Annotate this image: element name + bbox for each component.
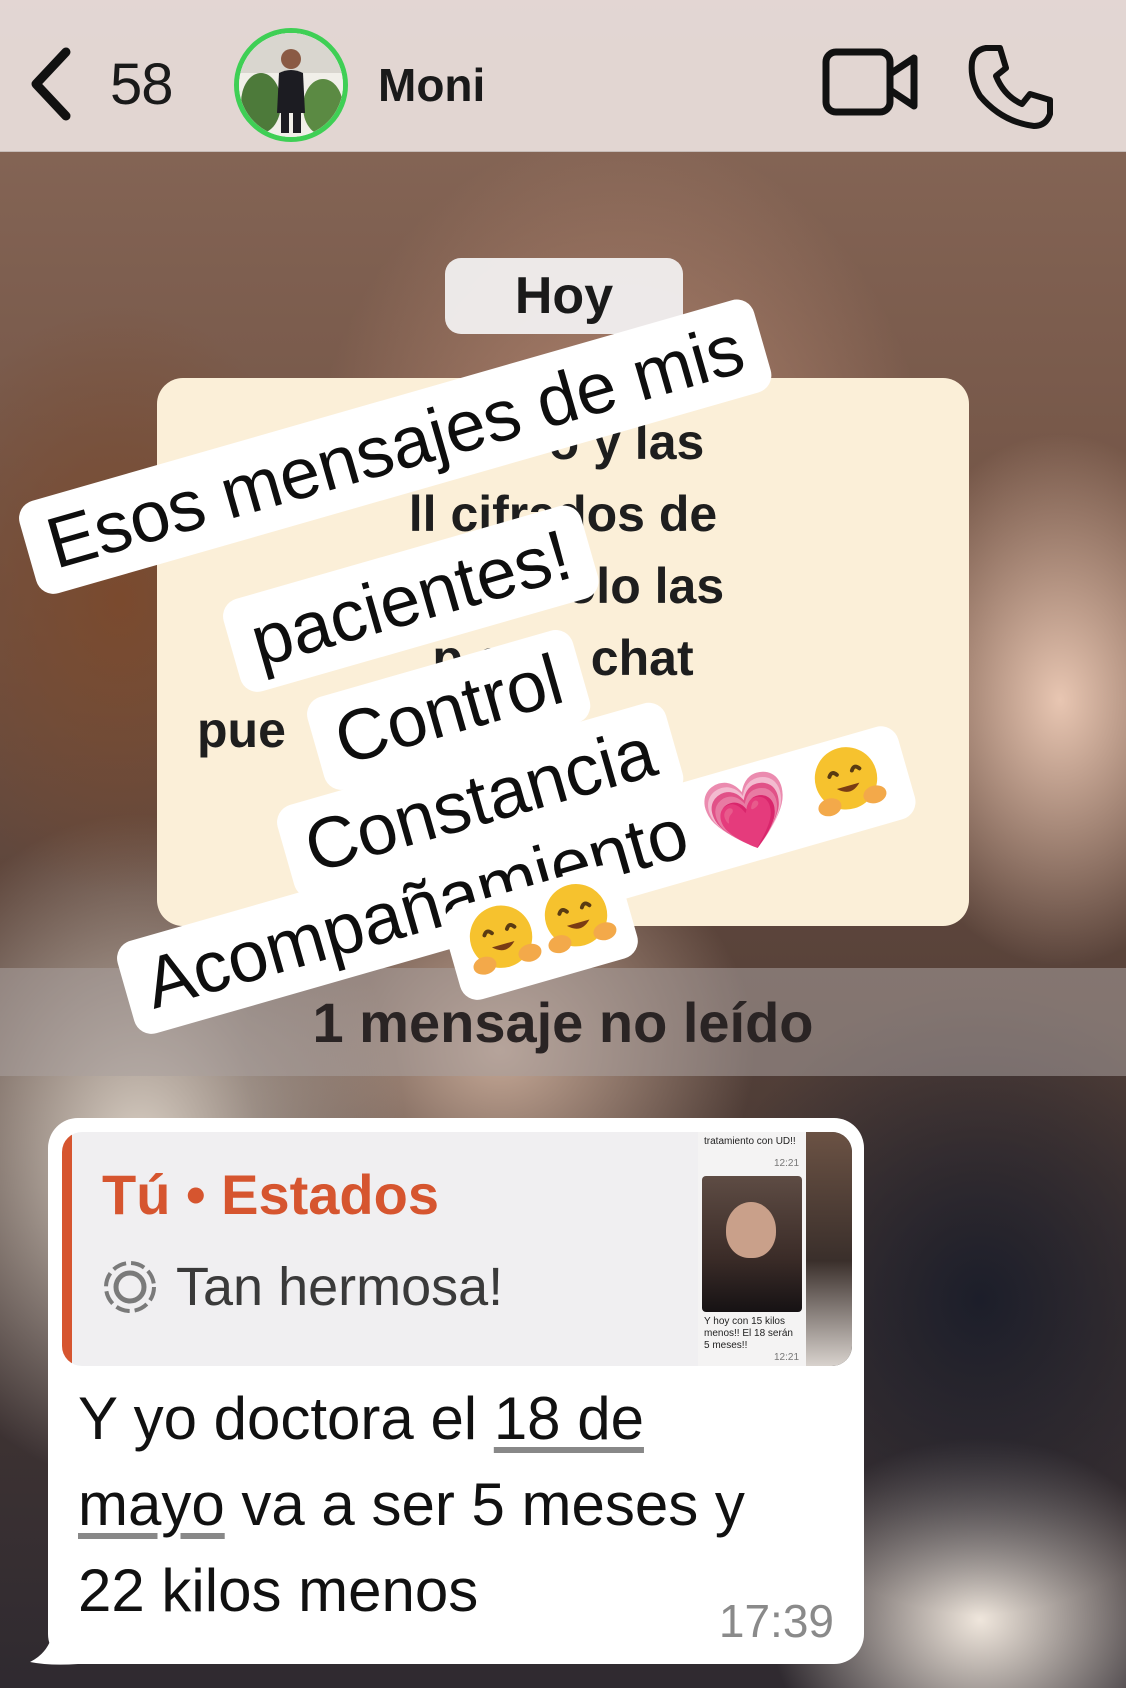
encryption-line-6: d [547,774,579,830]
encryption-line-1: Lo o y las [197,406,929,478]
thumbnail-chat-card: tratamiento con UD!! 12:21 Y hoy con 15 … [698,1132,806,1366]
contact-name[interactable]: Moni [378,58,485,112]
encryption-line-5: pue [197,702,286,758]
unread-divider: 1 mensaje no leído [0,968,1126,1076]
voice-call-button[interactable] [966,40,1058,132]
avatar-photo [239,33,343,137]
encryption-notice[interactable]: Lo o y las ll cifrados de e no. Solo las… [157,378,969,926]
thumbnail-caption-2: menos!! El 18 serán [704,1328,793,1339]
date-link[interactable]: 18 de [494,1385,644,1452]
message-bubble[interactable]: Tú • Estados Tan hermosa! tratamiento co… [48,1118,864,1664]
encryption-line-7: ón [532,846,594,902]
status-thumbnail[interactable]: tratamiento con UD!! 12:21 Y hoy con 15 … [698,1132,852,1366]
thumbnail-bottom-time: 12:21 [774,1352,800,1363]
thumbnail-caption-3: 5 meses!! [704,1340,748,1351]
encryption-line-2: ll cifrados de [408,486,718,542]
thumbnail-top-time: 12:21 [774,1158,800,1169]
chat-header: 58 Moni [0,0,1126,152]
avatar[interactable] [234,28,348,142]
thumbnail-side-photo [806,1132,852,1366]
date-link-continued[interactable]: mayo [78,1471,225,1538]
unread-chats-count: 58 [110,51,174,117]
thumbnail-face [726,1202,776,1258]
video-camera-icon [822,48,918,116]
quote-text: Tan hermosa! [176,1257,504,1317]
message-timestamp: 17:39 [718,1595,834,1647]
date-separator: Hoy [445,258,683,334]
quote-author: Tú • Estados [102,1163,439,1226]
lock-icon [423,415,458,461]
status-ring-icon [104,1261,156,1313]
quoted-status-reply[interactable]: Tú • Estados Tan hermosa! tratamiento co… [62,1132,852,1366]
encryption-line-4: p este chat [432,630,694,686]
video-call-button[interactable] [822,42,918,122]
back-button[interactable]: 58 [26,44,196,124]
thumbnail-photo [702,1176,802,1312]
thumbnail-top-text: tratamiento con UD!! [704,1136,796,1147]
encryption-line-3: e no. Solo las [401,558,725,614]
thumbnail-caption-1: Y hoy con 15 kilos [704,1316,785,1327]
quote-status-text: Tan hermosa! [102,1256,503,1318]
phone-icon [968,45,1053,129]
chevron-left-icon [31,47,71,121]
quote-accent-bar [62,1132,72,1366]
